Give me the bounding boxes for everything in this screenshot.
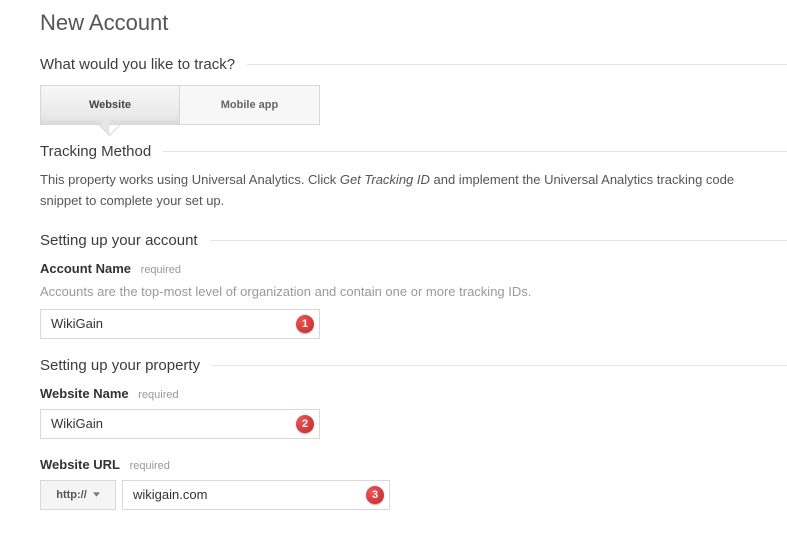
website-name-block: Website Name required 2 xyxy=(40,386,787,439)
website-name-label: Website Name xyxy=(40,386,129,401)
website-url-block: Website URL required http:// 3 xyxy=(40,457,787,510)
account-name-input[interactable] xyxy=(40,309,320,339)
track-tabs: Website Mobile app xyxy=(40,85,787,125)
tab-website[interactable]: Website xyxy=(40,85,180,125)
method-heading-text: Tracking Method xyxy=(40,143,151,160)
website-url-input[interactable] xyxy=(122,480,390,510)
account-heading-text: Setting up your account xyxy=(40,232,198,249)
track-heading: What would you like to track? xyxy=(40,56,787,73)
required-text: required xyxy=(130,460,170,472)
property-heading-text: Setting up your property xyxy=(40,357,200,374)
required-text: required xyxy=(138,389,178,401)
required-text: required xyxy=(141,264,181,276)
account-name-hint: Accounts are the top-most level of organ… xyxy=(40,284,787,299)
website-url-label: Website URL xyxy=(40,457,120,472)
tab-mobile-app[interactable]: Mobile app xyxy=(180,85,320,125)
account-name-block: Account Name required Accounts are the t… xyxy=(40,261,787,339)
track-heading-text: What would you like to track? xyxy=(40,56,235,73)
method-paragraph: This property works using Universal Anal… xyxy=(40,170,760,212)
property-heading: Setting up your property xyxy=(40,357,787,374)
method-text-before: This property works using Universal Anal… xyxy=(40,172,340,187)
method-heading: Tracking Method xyxy=(40,143,787,160)
protocol-select[interactable]: http:// xyxy=(40,480,116,510)
chevron-down-icon xyxy=(93,492,100,497)
method-link: Get Tracking ID xyxy=(340,172,430,187)
account-heading: Setting up your account xyxy=(40,232,787,249)
account-name-label: Account Name xyxy=(40,261,131,276)
page-title: New Account xyxy=(40,10,787,36)
website-name-input[interactable] xyxy=(40,409,320,439)
protocol-value: http:// xyxy=(56,489,87,501)
